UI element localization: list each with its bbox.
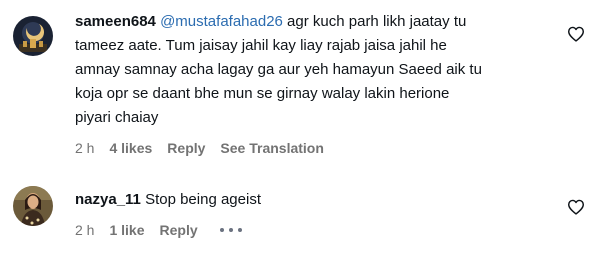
comment-text: piyari chaiay bbox=[75, 109, 159, 126]
comment-body: sameen684 @mustafafahad26 agr kuch parh … bbox=[75, 10, 555, 130]
more-options-icon[interactable] bbox=[219, 228, 242, 232]
avatar-image bbox=[13, 16, 53, 56]
comment-item: nazya_11 Stop being ageist 2 h 1 like Re… bbox=[0, 170, 594, 256]
comment-body: nazya_11 Stop being ageist bbox=[75, 188, 555, 212]
comment-text: Stop being ageist bbox=[145, 191, 261, 208]
reply-button[interactable]: Reply bbox=[160, 221, 198, 239]
comment-text: agr kuch parh likh jaatay tu bbox=[282, 13, 467, 30]
comment-text: amnay samnay acha lagay ga aur yeh hamay… bbox=[75, 61, 482, 78]
heart-icon[interactable] bbox=[567, 199, 585, 215]
reply-button[interactable]: Reply bbox=[167, 139, 205, 157]
comment-username[interactable]: nazya_11 bbox=[75, 191, 141, 208]
heart-icon[interactable] bbox=[567, 26, 585, 42]
comment-meta: 2 h 4 likes Reply See Translation bbox=[75, 139, 324, 157]
comment-likes-count[interactable]: 1 like bbox=[109, 221, 144, 239]
see-translation-button[interactable]: See Translation bbox=[220, 139, 323, 157]
avatar[interactable] bbox=[13, 186, 53, 226]
comment-username[interactable]: sameen684 bbox=[75, 13, 156, 30]
comment-item: sameen684 @mustafafahad26 agr kuch parh … bbox=[0, 0, 594, 170]
comment-timestamp: 2 h bbox=[75, 140, 95, 156]
comment-meta: 2 h 1 like Reply bbox=[75, 221, 242, 239]
comment-likes-count[interactable]: 4 likes bbox=[109, 139, 152, 157]
comment-text: koja opr se daant bhe mun se girnay wala… bbox=[75, 85, 450, 102]
comment-timestamp: 2 h bbox=[75, 222, 95, 238]
avatar-image bbox=[13, 186, 53, 226]
avatar[interactable] bbox=[13, 16, 53, 56]
comment-text: tameez aate. Tum jaisay jahil kay liay r… bbox=[75, 37, 447, 54]
comment-mention[interactable]: @mustafafahad26 bbox=[160, 13, 283, 30]
